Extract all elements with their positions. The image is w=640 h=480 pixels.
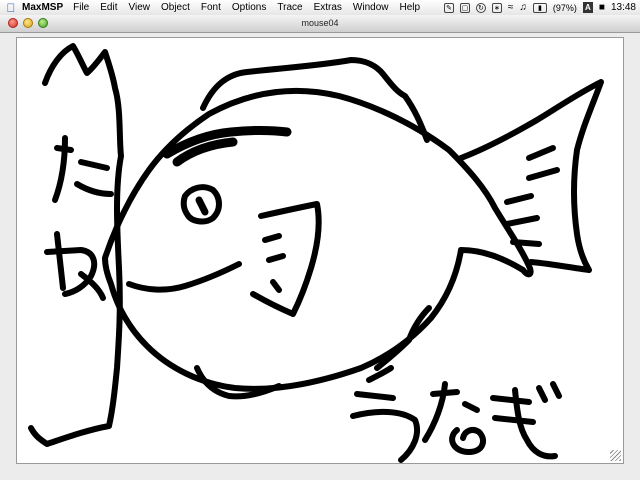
- user-icon[interactable]: ■: [599, 2, 605, 13]
- battery-icon[interactable]: ▮: [532, 2, 547, 13]
- status-area: ✎ ▢ ↻ ∗ ≈ ♫ ▮ (97%) A ■ 13:48: [443, 0, 636, 15]
- input-menu-icon[interactable]: A: [582, 2, 593, 13]
- menu-bar:  MaxMSP File Edit View Object Font Opti…: [0, 0, 640, 16]
- fish-gill-stroke: [250, 201, 322, 317]
- menu-font[interactable]: Font: [201, 2, 221, 13]
- menu-view[interactable]: View: [128, 2, 150, 13]
- menu-window[interactable]: Window: [353, 2, 389, 13]
- menu-help[interactable]: Help: [400, 2, 421, 13]
- battery-percent: (97%): [552, 2, 577, 13]
- bluetooth-icon[interactable]: ∗: [491, 2, 502, 13]
- menu-object[interactable]: Object: [161, 2, 190, 13]
- left-text-ne: [54, 231, 66, 291]
- window-mouse04: mouse04: [0, 15, 640, 480]
- drawing-canvas[interactable]: [16, 37, 624, 464]
- resize-grip-icon[interactable]: [610, 450, 621, 461]
- menu-extras[interactable]: Extras: [314, 2, 342, 13]
- fish-bottom-fin-stroke: [194, 365, 282, 400]
- freehand-fish-drawing: [28, 43, 604, 463]
- fish-tail-lines-stroke: [504, 193, 534, 205]
- menu-options[interactable]: Options: [232, 2, 266, 13]
- script-menu-icon[interactable]: ✎: [443, 2, 454, 13]
- sync-icon[interactable]: ↻: [475, 2, 486, 13]
- display-icon[interactable]: ▢: [459, 2, 470, 13]
- menu-file[interactable]: File: [73, 2, 89, 13]
- menu-edit[interactable]: Edit: [100, 2, 117, 13]
- apple-icon[interactable]: : [0, 1, 22, 15]
- window-title: mouse04: [301, 18, 339, 28]
- app-menu[interactable]: MaxMSP: [22, 2, 63, 13]
- wifi-icon[interactable]: ≈: [508, 2, 514, 13]
- bottom-text-u: [354, 391, 396, 401]
- bottom-text-gi: [490, 395, 532, 405]
- fish-mouth-stroke: [126, 261, 242, 293]
- volume-icon[interactable]: ♫: [519, 2, 527, 13]
- window-titlebar[interactable]: mouse04: [0, 15, 640, 33]
- menu-trace[interactable]: Trace: [277, 2, 302, 13]
- clock[interactable]: 13:48: [611, 2, 636, 13]
